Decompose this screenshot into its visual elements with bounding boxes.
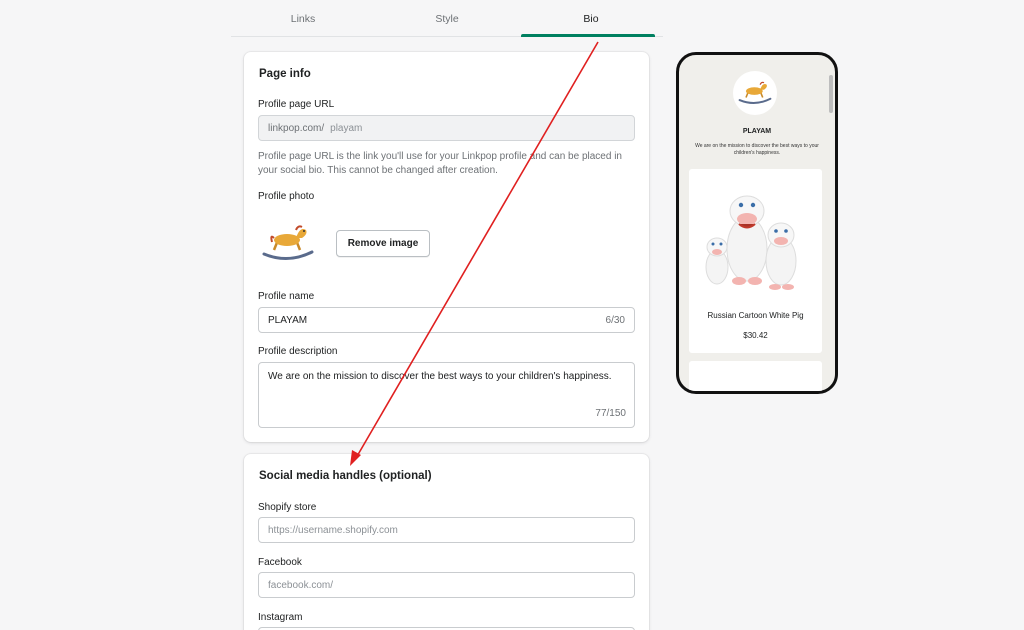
facebook-label: Facebook <box>258 557 302 568</box>
preview-profile-description: We are on the mission to discover the be… <box>695 143 819 156</box>
url-value: playam <box>330 122 363 134</box>
shopify-store-input[interactable]: https://username.shopify.com <box>258 517 635 543</box>
phone-preview: PLAYAM We are on the mission to discover… <box>676 52 838 394</box>
profile-name-input[interactable]: PLAYAM 6/30 <box>258 307 635 333</box>
tab-bio[interactable]: Bio <box>519 0 663 37</box>
preview-avatar <box>733 71 777 115</box>
profile-description-label: Profile description <box>258 346 338 357</box>
profile-photo-thumbnail <box>260 222 316 264</box>
tab-bar: Links Style Bio <box>231 0 663 37</box>
page-info-card: Page info Profile page URL linkpop.com/ … <box>244 52 649 442</box>
profile-name-label: Profile name <box>258 291 315 302</box>
profile-name-counter: 6/30 <box>605 314 625 326</box>
instagram-label: Instagram <box>258 612 303 623</box>
preview-product-price: $30.42 <box>743 331 768 340</box>
profile-url-label: Profile page URL <box>258 99 335 110</box>
tab-links[interactable]: Links <box>231 0 375 36</box>
social-handles-title: Social media handles (optional) <box>259 470 432 482</box>
profile-description-value: We are on the mission to discover the be… <box>268 371 612 382</box>
preview-profile-name: PLAYAM <box>742 128 772 135</box>
facebook-placeholder: facebook.com/ <box>268 579 334 591</box>
preview-product-card[interactable]: Russian Cartoon White Pig $30.42 <box>689 169 822 353</box>
page-info-title: Page info <box>259 68 311 80</box>
url-prefix: linkpop.com/ <box>268 122 325 134</box>
profile-url-help: Profile page URL is the link you'll use … <box>258 151 622 176</box>
tab-style[interactable]: Style <box>375 0 519 36</box>
profile-description-counter: 77/150 <box>595 408 626 419</box>
profile-name-value: PLAYAM <box>268 314 308 326</box>
rocking-horse-icon <box>738 81 772 104</box>
rocking-horse-icon <box>262 225 314 260</box>
profile-description-textarea[interactable]: We are on the mission to discover the be… <box>258 362 635 428</box>
shopify-store-label: Shopify store <box>258 502 317 513</box>
facebook-input[interactable]: facebook.com/ <box>258 572 635 598</box>
profile-photo-label: Profile photo <box>258 191 315 202</box>
social-handles-card: Social media handles (optional) Shopify … <box>244 454 649 630</box>
preview-product-title: Russian Cartoon White Pig <box>707 311 804 320</box>
preview-scrollbar[interactable] <box>829 75 833 113</box>
shopify-store-placeholder: https://username.shopify.com <box>268 524 398 536</box>
remove-image-button[interactable]: Remove image <box>336 230 430 257</box>
product-image <box>705 195 797 290</box>
profile-url-field: linkpop.com/ playam <box>258 115 635 141</box>
preview-next-card[interactable] <box>689 361 822 391</box>
